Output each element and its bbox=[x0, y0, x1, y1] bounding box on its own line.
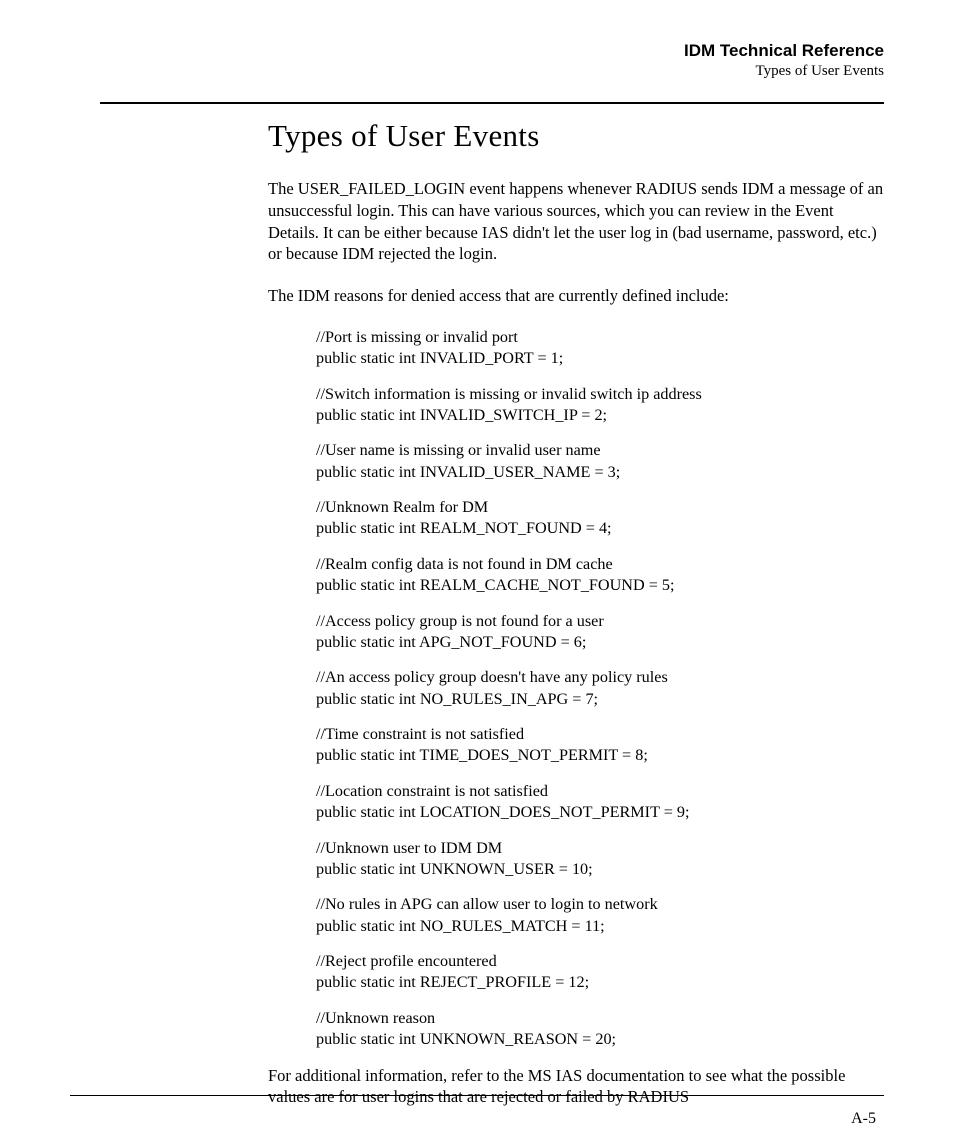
definition-item: //User name is missing or invalid user n… bbox=[316, 440, 884, 483]
definition-decl: public static int UNKNOWN_REASON = 20; bbox=[316, 1029, 884, 1050]
definition-comment: //Port is missing or invalid port bbox=[316, 327, 884, 348]
header-section-title: Types of User Events bbox=[684, 62, 884, 82]
closing-paragraph: For additional information, refer to the… bbox=[268, 1065, 884, 1109]
definition-item: //No rules in APG can allow user to logi… bbox=[316, 894, 884, 937]
definition-item: //Unknown reason public static int UNKNO… bbox=[316, 1008, 884, 1051]
definition-comment: //Access policy group is not found for a… bbox=[316, 611, 884, 632]
definition-comment: //Reject profile encountered bbox=[316, 951, 884, 972]
definition-decl: public static int REALM_NOT_FOUND = 4; bbox=[316, 518, 884, 539]
definition-comment: //An access policy group doesn't have an… bbox=[316, 667, 884, 688]
definition-item: //Switch information is missing or inval… bbox=[316, 384, 884, 427]
definition-comment: //User name is missing or invalid user n… bbox=[316, 440, 884, 461]
running-header: IDM Technical Reference Types of User Ev… bbox=[684, 40, 884, 82]
definitions-list: //Port is missing or invalid port public… bbox=[316, 327, 884, 1051]
reasons-intro: The IDM reasons for denied access that a… bbox=[268, 285, 884, 307]
definition-item: //Unknown user to IDM DM public static i… bbox=[316, 838, 884, 881]
definition-decl: public static int UNKNOWN_USER = 10; bbox=[316, 859, 884, 880]
section-heading: Types of User Events bbox=[268, 118, 884, 154]
definition-decl: public static int INVALID_PORT = 1; bbox=[316, 348, 884, 369]
definition-comment: //Unknown user to IDM DM bbox=[316, 838, 884, 859]
definition-item: //Realm config data is not found in DM c… bbox=[316, 554, 884, 597]
definition-decl: public static int TIME_DOES_NOT_PERMIT =… bbox=[316, 745, 884, 766]
definition-item: //Port is missing or invalid port public… bbox=[316, 327, 884, 370]
bottom-divider bbox=[70, 1095, 884, 1096]
header-doc-title: IDM Technical Reference bbox=[684, 40, 884, 62]
definition-item: //Access policy group is not found for a… bbox=[316, 611, 884, 654]
definition-item: //An access policy group doesn't have an… bbox=[316, 667, 884, 710]
definition-decl: public static int REJECT_PROFILE = 12; bbox=[316, 972, 884, 993]
definition-decl: public static int INVALID_SWITCH_IP = 2; bbox=[316, 405, 884, 426]
document-page: IDM Technical Reference Types of User Ev… bbox=[0, 0, 954, 1145]
definition-comment: //Switch information is missing or inval… bbox=[316, 384, 884, 405]
definition-comment: //Unknown Realm for DM bbox=[316, 497, 884, 518]
definition-item: //Reject profile encountered public stat… bbox=[316, 951, 884, 994]
definition-decl: public static int INVALID_USER_NAME = 3; bbox=[316, 462, 884, 483]
definition-item: //Time constraint is not satisfied publi… bbox=[316, 724, 884, 767]
definition-decl: public static int APG_NOT_FOUND = 6; bbox=[316, 632, 884, 653]
definition-comment: //Realm config data is not found in DM c… bbox=[316, 554, 884, 575]
definition-decl: public static int REALM_CACHE_NOT_FOUND … bbox=[316, 575, 884, 596]
main-content: Types of User Events The USER_FAILED_LOG… bbox=[268, 118, 884, 1128]
definition-item: //Unknown Realm for DM public static int… bbox=[316, 497, 884, 540]
intro-paragraph: The USER_FAILED_LOGIN event happens when… bbox=[268, 178, 884, 265]
definition-item: //Location constraint is not satisfied p… bbox=[316, 781, 884, 824]
definition-comment: //Time constraint is not satisfied bbox=[316, 724, 884, 745]
top-divider bbox=[100, 102, 884, 104]
definition-comment: //No rules in APG can allow user to logi… bbox=[316, 894, 884, 915]
page-number: A-5 bbox=[851, 1110, 876, 1128]
definition-comment: //Unknown reason bbox=[316, 1008, 884, 1029]
definition-decl: public static int NO_RULES_IN_APG = 7; bbox=[316, 689, 884, 710]
definition-decl: public static int NO_RULES_MATCH = 11; bbox=[316, 916, 884, 937]
definition-comment: //Location constraint is not satisfied bbox=[316, 781, 884, 802]
definition-decl: public static int LOCATION_DOES_NOT_PERM… bbox=[316, 802, 884, 823]
